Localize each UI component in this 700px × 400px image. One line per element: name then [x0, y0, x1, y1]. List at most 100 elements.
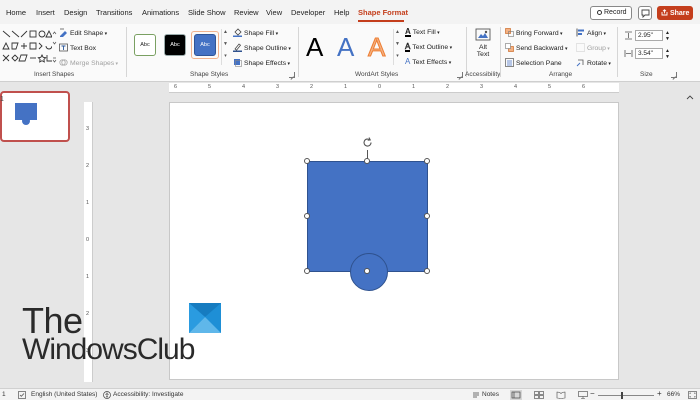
group-icon	[576, 43, 585, 52]
shape-effects-icon	[234, 59, 242, 67]
text-fill-button[interactable]: A Text Fill ▾	[405, 28, 440, 37]
shapes-gallery-scroll-icon[interactable]	[52, 30, 57, 64]
ribbon-collapse-chevron-icon[interactable]	[686, 94, 694, 100]
resize-handle-right[interactable]	[424, 213, 430, 219]
gallery-more-icon: ▾	[396, 53, 399, 59]
record-button[interactable]: Record	[590, 6, 632, 20]
shape-styles-launcher-icon[interactable]	[289, 72, 295, 78]
notes-icon	[473, 392, 479, 398]
shape-fill-button[interactable]: Shape Fill ▾	[233, 28, 278, 37]
zoom-slider-thumb[interactable]	[621, 392, 623, 399]
text-outline-label: Text Outline	[412, 44, 449, 51]
shape-style-black[interactable]: Abc	[164, 34, 186, 56]
chevron-down-icon: ▼	[395, 41, 400, 47]
tab-animations[interactable]: Animations	[142, 8, 179, 17]
align-label: Align	[586, 30, 603, 37]
tab-review[interactable]: Review	[234, 8, 259, 17]
spelling-check-icon[interactable]	[18, 391, 26, 399]
insert-shapes-group-label: Insert Shapes	[34, 71, 75, 78]
shape-width-input[interactable]: 3.54"	[635, 48, 663, 59]
selection-pane-button[interactable]: Selection Pane	[505, 58, 562, 67]
slide-thumbnail[interactable]	[0, 91, 70, 142]
resize-handle-bottom-left[interactable]	[304, 268, 310, 274]
accessibility-status[interactable]: Accessibility: Investigate	[113, 391, 183, 398]
shape-width-value: 3.54"	[638, 50, 653, 57]
zoom-slider[interactable]	[598, 395, 654, 396]
resize-handle-left[interactable]	[304, 213, 310, 219]
tab-slide-show[interactable]: Slide Show	[188, 8, 226, 17]
shape-height-icon	[625, 31, 632, 40]
shape-style-black-label: Abc	[170, 42, 180, 48]
edit-shape-button[interactable]: Edit Shape ▾	[59, 28, 107, 38]
slide-number: 1	[0, 96, 4, 103]
resize-handle-top[interactable]	[364, 158, 370, 164]
reading-view-icon[interactable]	[556, 391, 566, 399]
resize-handle-top-left[interactable]	[304, 158, 310, 164]
tab-shape-format[interactable]: Shape Format	[358, 8, 408, 17]
text-outline-button[interactable]: A Text Outline ▾	[405, 42, 452, 52]
share-button[interactable]: Share	[657, 6, 693, 20]
send-backward-button[interactable]: Send Backward ▾	[505, 43, 567, 52]
chevron-up-icon: ▲	[395, 29, 400, 35]
thumbnail-circle	[22, 117, 30, 125]
normal-view-icon[interactable]	[510, 390, 522, 400]
wordart-style-orange-outline[interactable]: A	[367, 32, 385, 63]
slide-sorter-view-icon[interactable]	[534, 391, 544, 399]
height-spinner-icon[interactable]: ▲ ▼	[665, 30, 670, 42]
wordart-style-blue[interactable]: A	[337, 32, 354, 63]
group-button[interactable]: Group ▾	[576, 43, 610, 52]
resize-handle-top-right[interactable]	[424, 158, 430, 164]
shape-styles-gallery-scroll[interactable]: ▲ ▼ ▾	[221, 29, 229, 65]
tab-view[interactable]: View	[266, 8, 282, 17]
bring-forward-label: Bring Forward	[515, 30, 559, 37]
slide-indicator: 1	[2, 391, 6, 398]
rotate-button[interactable]: Rotate ▾	[576, 58, 611, 67]
align-icon	[576, 28, 584, 37]
ruler-mark: 5	[548, 84, 552, 90]
resize-handle-bottom-right[interactable]	[424, 268, 430, 274]
wordart-gallery-scroll[interactable]: ▲ ▼ ▾	[393, 29, 401, 65]
text-box-button[interactable]: Text Box	[59, 43, 96, 52]
shape-outline-button[interactable]: Shape Outline ▾	[233, 43, 291, 52]
text-box-label: Text Box	[69, 45, 97, 52]
send-backward-label: Send Backward	[515, 45, 564, 52]
edit-shape-label: Edit Shape	[69, 30, 104, 37]
bring-forward-button[interactable]: Bring Forward ▾	[505, 28, 563, 37]
tab-developer[interactable]: Developer	[291, 8, 325, 17]
shape-style-white[interactable]: Abc	[134, 34, 156, 56]
shape-effects-button[interactable]: Shape Effects ▾	[233, 58, 290, 67]
zoom-in-button[interactable]: +	[657, 389, 662, 398]
tab-home[interactable]: Home	[6, 8, 26, 17]
zoom-out-button[interactable]: −	[590, 389, 595, 398]
wordart-styles-group-label: WordArt Styles	[355, 71, 399, 78]
tab-help[interactable]: Help	[334, 8, 349, 17]
text-effects-button[interactable]: A Text Effects ▾	[405, 57, 451, 67]
rotation-handle-icon[interactable]	[361, 136, 374, 149]
slide-canvas[interactable]	[169, 102, 619, 380]
shapes-gallery[interactable]	[2, 29, 53, 67]
zoom-level[interactable]: 66%	[667, 391, 680, 398]
slide-show-view-icon[interactable]	[578, 391, 588, 399]
alt-text-button[interactable]: Alt Text	[470, 28, 496, 68]
text-effects-icon: A	[405, 57, 411, 66]
tab-transitions[interactable]: Transitions	[96, 8, 132, 17]
wordart-style-black[interactable]: A	[306, 32, 323, 63]
tab-insert[interactable]: Insert	[36, 8, 55, 17]
share-label: Share	[669, 10, 690, 17]
width-spinner-icon[interactable]: ▲ ▼	[665, 48, 670, 60]
resize-handle-bottom[interactable]	[364, 268, 370, 274]
ruler-mark: 6	[582, 84, 586, 90]
ribbon: Edit Shape ▾ Text Box Merge Shapes ▾ Ins…	[0, 24, 700, 100]
shape-style-blue[interactable]: Abc	[194, 34, 216, 56]
comments-button[interactable]	[638, 6, 652, 20]
size-launcher-icon[interactable]	[671, 72, 677, 78]
align-button[interactable]: Align ▾	[576, 28, 606, 37]
notes-button[interactable]: Notes	[482, 391, 499, 398]
alt-text-label-line1: Alt	[479, 44, 487, 51]
tab-design[interactable]: Design	[64, 8, 87, 17]
shape-height-input[interactable]: 2.95"	[635, 30, 663, 41]
wordart-styles-launcher-icon[interactable]	[457, 72, 463, 78]
language-status[interactable]: English (United States)	[31, 391, 97, 398]
fit-to-window-icon[interactable]	[688, 391, 697, 399]
merge-shapes-button[interactable]: Merge Shapes ▾	[59, 58, 118, 67]
